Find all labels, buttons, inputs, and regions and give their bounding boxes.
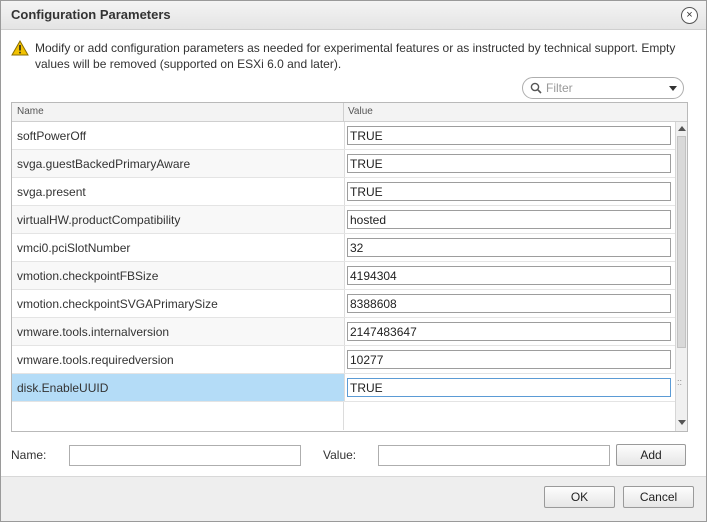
parameter-value-input[interactable] [347, 350, 671, 369]
warning-message: Modify or add configuration parameters a… [35, 41, 676, 71]
value-cell [344, 290, 676, 317]
value-cell [344, 346, 676, 373]
parameter-name: svga.guestBackedPrimaryAware [17, 157, 191, 171]
value-cell [344, 122, 676, 149]
table-row[interactable]: svga.guestBackedPrimaryAware [12, 150, 676, 178]
column-header-value[interactable]: Value [348, 106, 373, 117]
table-row[interactable]: softPowerOff [12, 122, 676, 150]
scroll-up-icon[interactable] [678, 126, 686, 131]
parameter-value-input[interactable] [347, 154, 671, 173]
dialog-title: Configuration Parameters [11, 7, 171, 22]
table-row[interactable]: vmotion.checkpointSVGAPrimarySize [12, 290, 676, 318]
parameter-name: vmotion.checkpointFBSize [17, 269, 159, 283]
add-button[interactable]: Add [616, 444, 686, 466]
value-cell [344, 150, 676, 177]
parameter-name: svga.present [17, 185, 86, 199]
column-header-name[interactable]: Name [17, 106, 44, 117]
parameter-name: virtualHW.productCompatibility [17, 213, 181, 227]
table-row[interactable]: svga.present [12, 178, 676, 206]
dialog-footer: OK Cancel [1, 476, 706, 521]
close-icon[interactable]: × [681, 7, 698, 24]
parameter-value-input[interactable] [347, 322, 671, 341]
dialog-titlebar: Configuration Parameters × [1, 1, 706, 30]
parameter-name: vmware.tools.requiredversion [17, 353, 174, 367]
parameter-value-input[interactable] [347, 266, 671, 285]
parameter-name: vmci0.pciSlotNumber [17, 241, 131, 255]
scroll-down-icon[interactable] [678, 420, 686, 425]
value-cell [344, 234, 676, 261]
parameter-value-input[interactable] [347, 378, 671, 397]
search-icon [530, 82, 542, 94]
scrollbar-thumb[interactable] [677, 136, 686, 348]
parameter-name: disk.EnableUUID [17, 381, 109, 395]
value-cell [344, 178, 676, 205]
table-row[interactable]: virtualHW.productCompatibility [12, 206, 676, 234]
name-label: Name: [11, 448, 47, 462]
parameter-value-input[interactable] [347, 210, 671, 229]
filter-placeholder: Filter [546, 81, 573, 95]
grid-empty-row [12, 402, 675, 430]
parameter-value-input[interactable] [347, 238, 671, 257]
resize-grip-icon[interactable]: :: [677, 377, 682, 387]
table-row[interactable]: vmware.tools.internalversion [12, 318, 676, 346]
filter-input[interactable]: Filter [522, 77, 684, 99]
parameter-value-input[interactable] [347, 126, 671, 145]
parameter-name: softPowerOff [17, 129, 87, 143]
value-cell [344, 262, 676, 289]
name-input[interactable] [69, 445, 301, 466]
table-row[interactable]: vmware.tools.requiredversion [12, 346, 676, 374]
table-row[interactable]: vmotion.checkpointFBSize [12, 262, 676, 290]
value-cell [344, 374, 676, 401]
grid-rows: softPowerOff svga.guestBackedPrimaryAware… [12, 122, 676, 402]
parameter-name: vmotion.checkpointSVGAPrimarySize [17, 297, 218, 311]
column-divider[interactable] [343, 103, 344, 121]
column-divider [343, 402, 344, 430]
cancel-button[interactable]: Cancel [623, 486, 694, 508]
grid-header: Name Value [12, 103, 687, 122]
value-label: Value: [323, 448, 357, 462]
table-row[interactable]: disk.EnableUUID [12, 374, 676, 402]
parameters-grid: Name Value softPowerOff svga.guestBackedP… [11, 102, 688, 432]
ok-button[interactable]: OK [544, 486, 615, 508]
config-parameters-dialog: Configuration Parameters × Modify or add… [0, 0, 707, 522]
parameter-name: vmware.tools.internalversion [17, 325, 170, 339]
value-cell [344, 318, 676, 345]
table-row[interactable]: vmci0.pciSlotNumber [12, 234, 676, 262]
warning-icon [11, 40, 29, 56]
value-cell [344, 206, 676, 233]
value-input[interactable] [378, 445, 610, 466]
chevron-down-icon[interactable] [669, 86, 677, 91]
parameter-value-input[interactable] [347, 294, 671, 313]
parameter-value-input[interactable] [347, 182, 671, 201]
